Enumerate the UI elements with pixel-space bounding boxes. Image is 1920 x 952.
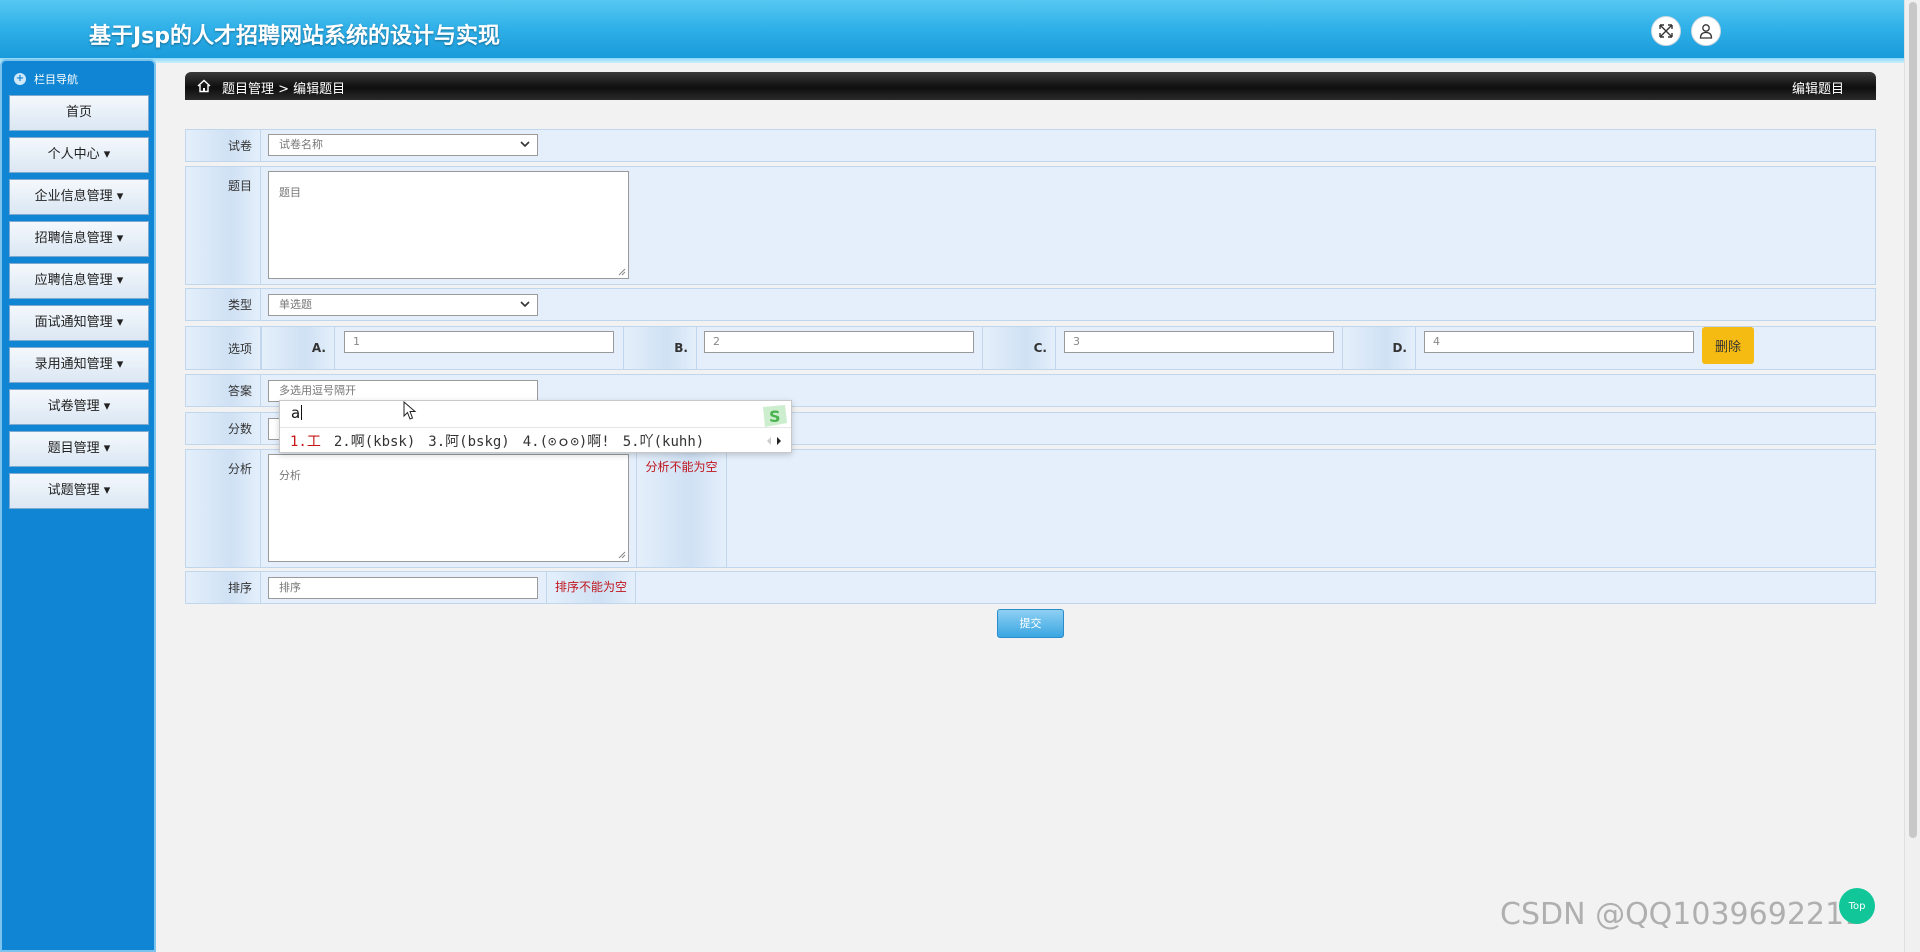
question-textarea[interactable]: 题目 — [268, 171, 629, 279]
ime-candidate[interactable]: 3.阿(bskg) — [428, 431, 509, 451]
svg-text:S: S — [769, 407, 781, 426]
fullscreen-button[interactable] — [1651, 16, 1681, 46]
option-b-label: B. — [623, 327, 697, 369]
sidebar-heading: + 栏目导航 — [2, 69, 154, 89]
page-prev-icon[interactable] — [765, 436, 773, 446]
sort-error: 排序不能为空 — [546, 572, 636, 603]
ime-candidate[interactable]: 2.啊(kbsk) — [334, 431, 415, 451]
sidebar-item-company-info[interactable]: 企业信息管理 ▾ — [9, 179, 149, 215]
sidebar-item-hire-notice[interactable]: 录用通知管理 ▾ — [9, 347, 149, 383]
form-row-type: 类型 单选题 — [185, 288, 1876, 321]
sogou-logo-icon: S — [763, 405, 787, 427]
question-placeholder: 题目 — [279, 186, 301, 199]
chevron-down-icon — [520, 301, 530, 308]
form-row-analysis: 分析 分析 分析不能为空 — [185, 449, 1876, 568]
form-row-options: 选项 A. 1 B. 2 C. 3 D. 4 删除 — [185, 326, 1876, 370]
question-label: 题目 — [186, 167, 261, 284]
top-header: 基于Jsp的人才招聘网站系统的设计与实现 — [0, 0, 1904, 63]
vertical-scrollbar[interactable] — [1904, 0, 1920, 952]
sidebar-item-recruitment-info[interactable]: 招聘信息管理 ▾ — [9, 221, 149, 257]
ime-composition: a — [291, 404, 303, 422]
type-label: 类型 — [186, 289, 261, 320]
sidebar-item-personal-center[interactable]: 个人中心 ▾ — [9, 137, 149, 173]
plus-circle-icon: + — [14, 73, 26, 85]
home-icon[interactable] — [197, 79, 211, 93]
option-d-label: D. — [1342, 327, 1416, 369]
sort-label: 排序 — [186, 572, 261, 603]
sidebar-item-paper-management[interactable]: 试卷管理 ▾ — [9, 389, 149, 425]
page-title: 编辑题目 — [1791, 82, 1844, 97]
form-row-sort: 排序 排序 排序不能为空 — [185, 571, 1876, 604]
ime-separator — [280, 427, 791, 428]
paper-select-value: 试卷名称 — [279, 138, 323, 151]
ime-composition-text: a — [291, 404, 301, 422]
ime-candidate[interactable]: 1.工 — [290, 431, 321, 451]
user-icon — [1699, 24, 1713, 39]
type-select-value: 单选题 — [279, 298, 312, 311]
option-b-input[interactable]: 2 — [704, 331, 974, 353]
ime-candidate[interactable]: 5.吖(kuhh) — [623, 431, 704, 451]
options-label: 选项 — [186, 327, 261, 369]
sidebar-item-question-management[interactable]: 题目管理 ▾ — [9, 431, 149, 467]
option-c-label: C. — [982, 327, 1056, 369]
back-to-top-button[interactable]: Top — [1839, 888, 1875, 924]
sidebar-item-application-info[interactable]: 应聘信息管理 ▾ — [9, 263, 149, 299]
paper-label: 试卷 — [186, 130, 261, 161]
resize-grip-icon[interactable] — [618, 268, 626, 276]
option-a-input[interactable]: 1 — [344, 331, 614, 353]
submit-button[interactable]: 提交 — [997, 609, 1064, 638]
type-select[interactable]: 单选题 — [268, 294, 538, 316]
mouse-cursor-icon — [403, 401, 417, 420]
sidebar-heading-label: 栏目导航 — [34, 73, 78, 86]
paper-select[interactable]: 试卷名称 — [268, 134, 538, 156]
ime-candidates: 1.工 2.啊(kbsk) 3.阿(bskg) 4.(⊙ｏ⊙)啊! 5.吖(ku… — [290, 431, 704, 451]
sidebar-item-interview-notice[interactable]: 面试通知管理 ▾ — [9, 305, 149, 341]
answer-input[interactable]: 多选用逗号隔开 — [268, 380, 538, 402]
form-row-question: 题目 题目 — [185, 166, 1876, 285]
app-title: 基于Jsp的人才招聘网站系统的设计与实现 — [89, 24, 501, 49]
page-next-icon[interactable] — [775, 436, 783, 446]
sort-input[interactable]: 排序 — [268, 577, 538, 599]
answer-label: 答案 — [186, 375, 261, 406]
delete-option-button[interactable]: 删除 — [1702, 327, 1754, 364]
score-label: 分数 — [186, 413, 261, 444]
analysis-placeholder: 分析 — [279, 469, 301, 482]
sidebar-item-home[interactable]: 首页 — [9, 95, 149, 131]
option-a-label: A. — [261, 327, 335, 369]
analysis-label: 分析 — [186, 450, 261, 567]
user-button[interactable] — [1691, 16, 1721, 46]
analysis-textarea[interactable]: 分析 — [268, 454, 629, 562]
option-c-input[interactable]: 3 — [1064, 331, 1334, 353]
answer-placeholder: 多选用逗号隔开 — [279, 384, 356, 397]
watermark: CSDN @QQ1039692211 — [1500, 897, 1864, 932]
fullscreen-icon — [1659, 24, 1673, 38]
form-row-paper: 试卷 试卷名称 — [185, 129, 1876, 162]
ime-candidate-window: a S 1.工 2.啊(kbsk) 3.阿(bskg) 4.(⊙ｏ⊙)啊! 5.… — [279, 400, 792, 453]
breadcrumb: 题目管理 > 编辑题目 编辑题目 — [185, 72, 1876, 100]
chevron-down-icon — [520, 141, 530, 148]
breadcrumb-path: 题目管理 > 编辑题目 — [222, 82, 346, 97]
ime-page-nav — [765, 435, 785, 447]
sidebar-item-exam-management[interactable]: 试题管理 ▾ — [9, 473, 149, 509]
ime-candidate[interactable]: 4.(⊙ｏ⊙)啊! — [523, 431, 610, 451]
sidebar: + 栏目导航 首页 个人中心 ▾ 企业信息管理 ▾ 招聘信息管理 ▾ 应聘信息管… — [0, 59, 156, 952]
analysis-error: 分析不能为空 — [636, 450, 727, 567]
scrollbar-thumb[interactable] — [1909, 2, 1917, 838]
resize-grip-icon[interactable] — [618, 551, 626, 559]
text-caret — [301, 405, 303, 420]
option-d-input[interactable]: 4 — [1424, 331, 1694, 353]
sort-placeholder: 排序 — [279, 581, 301, 594]
